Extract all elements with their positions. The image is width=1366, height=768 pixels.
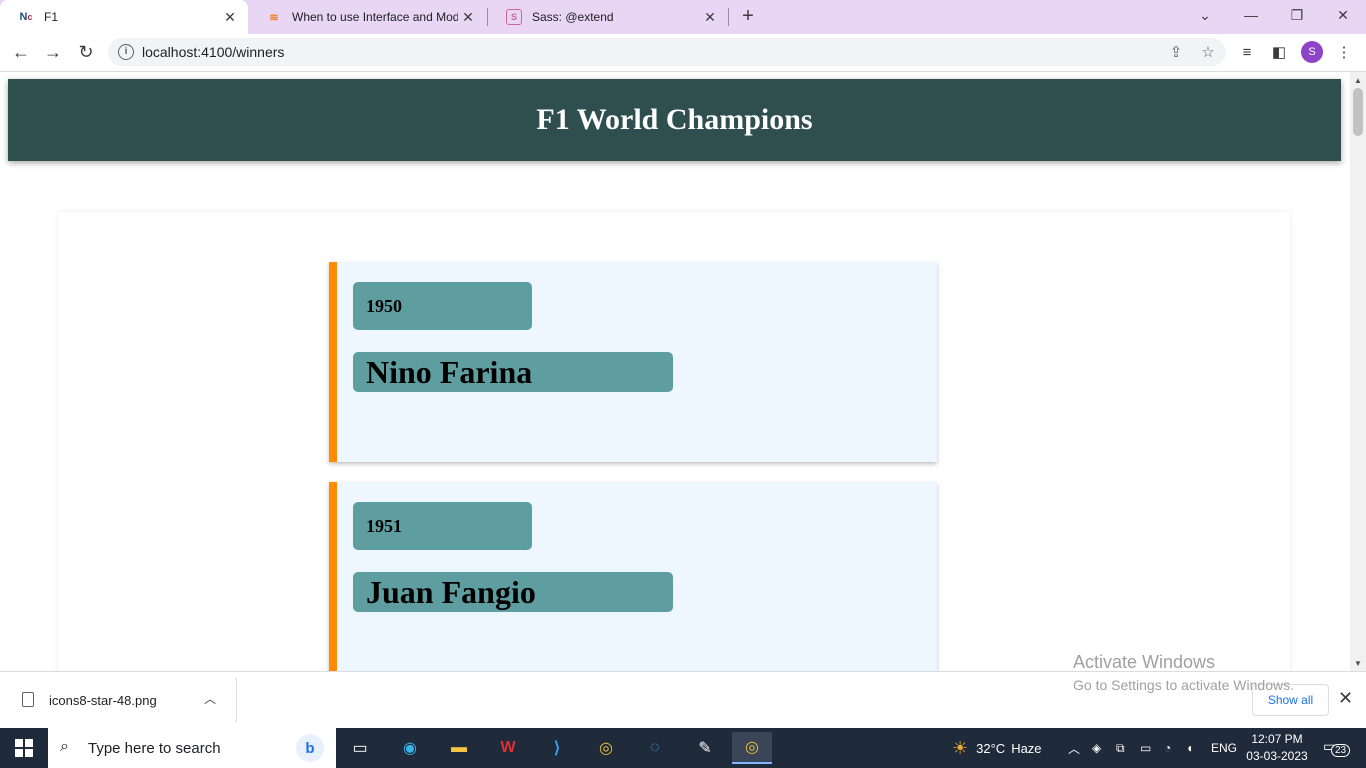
close-tab-icon[interactable]: ✕ xyxy=(458,7,478,27)
notification-center-icon[interactable]: ▭ 23 xyxy=(1323,738,1351,757)
sass-icon: S xyxy=(506,9,522,25)
weather-desc: Haze xyxy=(1011,740,1042,756)
champion-name: Nino Farina xyxy=(353,352,673,392)
bing-icon[interactable]: b xyxy=(296,734,324,762)
wps-office-icon[interactable]: W xyxy=(488,732,528,764)
close-window-button[interactable]: ✕ xyxy=(1320,0,1366,30)
champion-name: Juan Fangio xyxy=(353,572,673,612)
battery-icon[interactable]: ▭ xyxy=(1140,728,1151,768)
minimize-button[interactable]: — xyxy=(1228,0,1274,30)
reading-list-icon[interactable]: ≡ xyxy=(1236,41,1258,63)
chevron-up-icon[interactable]: ︿ xyxy=(204,690,216,707)
page-title: F1 World Champions xyxy=(536,103,813,136)
back-arrow-icon[interactable]: ← xyxy=(8,39,34,65)
scrollbar-thumb[interactable] xyxy=(1353,88,1363,136)
close-tab-icon[interactable]: ✕ xyxy=(700,7,720,27)
browser-toolbar: ← → ↻ i localhost:4100/winners ⇪ ☆ ≡ ◧ S… xyxy=(0,34,1366,72)
restore-button[interactable]: ❐ xyxy=(1274,0,1320,30)
paint-icon[interactable]: ✎ xyxy=(685,732,725,764)
language-indicator[interactable]: ENG xyxy=(1211,728,1237,768)
tab-title: F1 xyxy=(44,10,59,24)
file-explorer-icon[interactable]: ▬ xyxy=(439,732,479,764)
bookmark-star-icon[interactable]: ☆ xyxy=(1198,42,1218,62)
sun-icon: ☀ xyxy=(952,737,969,758)
windows-taskbar: ⌕ Type here to search b ▭ ◉ ▬ W ⟩ ◎ ◌ ✎ … xyxy=(0,728,1366,768)
menu-kebab-icon[interactable]: ⋮ xyxy=(1333,41,1355,63)
weather-widget[interactable]: ☀ 32°C Haze xyxy=(952,728,1042,768)
champions-container: 1950 Nino Farina 1951 Juan Fangio xyxy=(58,212,1290,671)
search-placeholder: Type here to search xyxy=(88,740,221,757)
task-view-icon[interactable]: ▭ xyxy=(340,732,380,764)
meet-now-icon[interactable]: ⧉ xyxy=(1116,728,1125,768)
tab-divider xyxy=(728,8,729,26)
champion-card: 1951 Juan Fangio xyxy=(329,482,937,671)
page-header: F1 World Champions xyxy=(8,79,1341,161)
wifi-icon[interactable]: ◔ xyxy=(1164,728,1171,768)
share-icon[interactable]: ⇪ xyxy=(1166,42,1186,62)
tab-title: Sass: @extend xyxy=(532,10,614,24)
scroll-down-arrow-icon[interactable]: ▼ xyxy=(1350,655,1366,671)
clock-date: 03-03-2023 xyxy=(1246,749,1308,763)
page-scrollbar[interactable]: ▲ ▼ xyxy=(1350,72,1366,671)
search-icon: ⌕ xyxy=(60,738,69,755)
chevron-up-tray-icon[interactable]: ︿ xyxy=(1068,728,1080,768)
windows-logo-icon xyxy=(15,739,33,757)
scroll-up-arrow-icon[interactable]: ▲ xyxy=(1350,72,1366,88)
weather-temp: 32°C xyxy=(976,740,1006,756)
speaker-icon[interactable]: ◖ xyxy=(1186,728,1193,768)
tab-f1[interactable]: Nc F1 ✕ xyxy=(0,0,248,34)
chat-icon[interactable]: ◌ xyxy=(635,732,675,764)
download-file-name[interactable]: icons8-star-48.png xyxy=(49,693,157,708)
start-button[interactable] xyxy=(0,728,48,768)
address-bar[interactable]: i localhost:4100/winners ⇪ ☆ xyxy=(108,38,1226,66)
url-text[interactable]: localhost:4100/winners xyxy=(142,44,284,60)
download-divider xyxy=(236,678,237,722)
profile-avatar[interactable]: S xyxy=(1301,41,1323,63)
ng-icon: Nc xyxy=(19,11,33,23)
close-tab-icon[interactable]: ✕ xyxy=(220,7,240,27)
vscode-icon[interactable]: ⟩ xyxy=(537,732,577,764)
notification-count: 23 xyxy=(1331,744,1351,757)
tab-title: When to use Interface and Mode xyxy=(292,10,458,24)
antivirus-icon[interactable]: ◈ xyxy=(1092,728,1101,768)
close-download-bar-icon[interactable]: ✕ xyxy=(1338,688,1353,709)
champion-year: 1950 xyxy=(353,282,532,330)
stackoverflow-icon: ≋ xyxy=(269,11,279,24)
activate-windows-overlay: Go to Settings to activate Windows. xyxy=(1073,677,1294,693)
chrome-profile-icon[interactable]: ◎ xyxy=(732,732,772,764)
file-icon xyxy=(22,692,34,707)
chrome-icon[interactable]: ◎ xyxy=(586,732,626,764)
reload-icon[interactable]: ↻ xyxy=(73,39,99,65)
tab-strip: Nc F1 ✕ ≋ When to use Interface and Mode… xyxy=(0,0,1366,34)
clock-time: 12:07 PM xyxy=(1251,732,1303,746)
page-viewport: F1 World Champions 1950 Nino Farina 1951… xyxy=(0,72,1350,671)
champion-year: 1951 xyxy=(353,502,532,550)
taskbar-search[interactable]: ⌕ Type here to search b xyxy=(48,728,336,768)
tab-interface[interactable]: ≋ When to use Interface and Mode ✕ xyxy=(248,0,486,34)
tab-sass[interactable]: S Sass: @extend ✕ xyxy=(488,0,728,34)
new-tab-button[interactable]: + xyxy=(737,5,759,27)
champion-card: 1950 Nino Farina xyxy=(329,262,937,462)
forward-arrow-icon[interactable]: → xyxy=(40,39,66,65)
tab-search-icon[interactable]: ⌄ xyxy=(1182,0,1228,30)
side-panel-icon[interactable]: ◧ xyxy=(1268,41,1290,63)
activate-windows-title: Activate Windows xyxy=(1073,652,1216,672)
site-info-icon[interactable]: i xyxy=(118,44,134,60)
system-clock[interactable]: 12:07 PM 03-03-2023 xyxy=(1243,731,1311,765)
edge-icon[interactable]: ◉ xyxy=(390,732,430,764)
